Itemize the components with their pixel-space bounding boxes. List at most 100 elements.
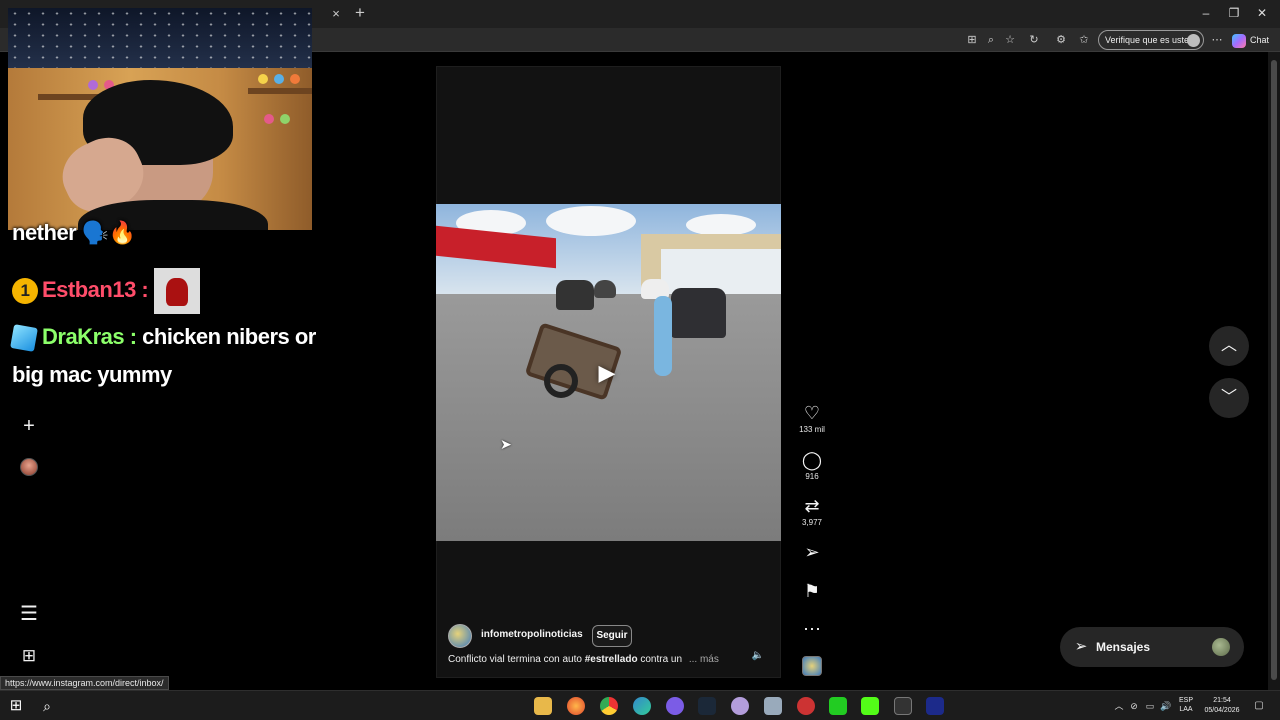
file-explorer-icon[interactable] — [534, 697, 552, 715]
video-cloud — [546, 206, 636, 236]
sound-icon[interactable]: 🔈 — [751, 650, 765, 664]
minimize-button[interactable]: – — [1196, 6, 1216, 22]
comment-icon[interactable]: ◯ — [796, 449, 828, 471]
notion-icon[interactable] — [926, 697, 944, 715]
app-icon[interactable] — [731, 697, 749, 715]
more-action[interactable]: ⋯ — [796, 618, 828, 640]
volume-icon[interactable]: 🔊 — [1159, 699, 1173, 713]
tray-app-icon[interactable]: ⊘ — [1127, 699, 1141, 713]
menu-hamburger-icon[interactable]: ☰ — [17, 602, 41, 626]
chat-label: Chat — [1250, 35, 1270, 45]
notification-icon[interactable]: ▢ — [1252, 699, 1266, 713]
windows-taskbar: ⊞ ⌕ ︿ ⊘ ▭ 🔊 ESP LAA 21:54 05/04/2026 ▢ — [0, 690, 1280, 720]
copilot-chat-button[interactable]: Chat — [1232, 32, 1269, 48]
calculator-icon[interactable] — [764, 697, 782, 715]
verify-label: Verifique que es usted — [1105, 35, 1195, 45]
repost-action[interactable]: ⇄ 3,977 — [796, 495, 828, 527]
player-icon[interactable] — [829, 697, 847, 715]
terminal-icon[interactable] — [894, 697, 912, 715]
firefox-icon[interactable] — [567, 697, 585, 715]
create-plus-icon[interactable]: + — [17, 414, 41, 438]
author-avatar[interactable] — [448, 624, 472, 648]
save-action[interactable]: ⚑ — [796, 580, 828, 602]
favorite-star-icon[interactable]: ☆ — [1002, 32, 1018, 48]
app-available-icon[interactable]: ⊞ — [964, 32, 980, 48]
chat-line: 1 Estban13 : — [12, 268, 200, 314]
steam-icon[interactable] — [698, 697, 716, 715]
video-car — [594, 280, 616, 298]
also-from-meta-icon[interactable]: ⊞ — [17, 644, 41, 668]
kick-icon[interactable] — [861, 697, 879, 715]
previous-reel-button[interactable]: ︿ — [1209, 326, 1249, 366]
network-icon[interactable]: ▭ — [1143, 699, 1157, 713]
video-cart-wheel — [544, 364, 578, 398]
caption-more-link[interactable]: ... más — [689, 654, 719, 665]
cam-plush — [264, 114, 274, 124]
message-contact-avatar — [1212, 638, 1230, 656]
follow-button[interactable]: Seguir — [592, 625, 632, 647]
like-count: 133 mil — [799, 425, 825, 434]
original-audio-thumbnail[interactable] — [802, 656, 822, 676]
cube-badge-icon — [10, 324, 38, 353]
reel-caption: Conflicto vial termina con auto #estrell… — [448, 654, 719, 665]
chrome-icon[interactable] — [600, 697, 618, 715]
profile-avatar — [1187, 34, 1200, 47]
discord-icon[interactable] — [666, 697, 684, 715]
chat-line: nether 🗣️🔥 — [12, 220, 136, 246]
chat-username: DraKras : — [42, 324, 137, 349]
video-person — [654, 296, 672, 376]
comment-count: 916 — [805, 472, 819, 481]
close-window-button[interactable]: ✕ — [1252, 6, 1272, 22]
search-icon[interactable]: ⌕ — [38, 697, 56, 715]
status-bar-url: https://www.instagram.com/direct/inbox/ — [0, 676, 169, 690]
zoom-icon[interactable]: ⌕ — [983, 32, 999, 48]
video-dark-car — [671, 288, 726, 338]
chat-line: big mac yummy — [12, 362, 172, 388]
obs-icon[interactable] — [797, 697, 815, 715]
author-username[interactable]: infometropolinoticias — [481, 629, 583, 640]
caption-text: Conflicto vial termina con auto — [448, 654, 582, 665]
cam-plush — [274, 74, 284, 84]
refresh-icon[interactable]: ↻ — [1026, 32, 1042, 48]
profile-avatar-sidebar[interactable] — [20, 458, 38, 476]
play-icon[interactable]: ▶ — [590, 358, 624, 388]
repost-icon[interactable]: ⇄ — [796, 495, 828, 517]
clock-date: 05/04/2026 — [1204, 707, 1240, 714]
clock-time: 21:54 — [1213, 697, 1231, 704]
edge-icon[interactable] — [633, 697, 651, 715]
direct-send-icon: ➢ — [1074, 638, 1088, 655]
like-action[interactable]: ♡ 133 mil — [796, 402, 828, 434]
next-reel-button[interactable]: ﹀ — [1209, 378, 1249, 418]
comment-action[interactable]: ◯ 916 — [796, 449, 828, 481]
more-menu-icon[interactable]: ⋯ — [1209, 32, 1225, 48]
cam-plush — [280, 114, 290, 124]
taskbar-clock[interactable]: 21:54 05/04/2026 — [1200, 696, 1244, 716]
favorites-icon[interactable]: ✩ — [1076, 32, 1092, 48]
share-action[interactable]: ➢ — [796, 541, 828, 563]
heart-icon[interactable]: ♡ — [796, 402, 828, 424]
tray-overflow-icon[interactable]: ︿ — [1112, 699, 1126, 713]
windows-start-icon[interactable]: ⊞ — [8, 698, 24, 714]
chat-username: Estban13 : — [42, 276, 149, 302]
repost-count: 3,977 — [801, 518, 823, 527]
scrollbar-thumb[interactable] — [1271, 60, 1277, 680]
chat-emote-icon — [153, 268, 200, 314]
messages-button[interactable]: ➢ Mensajes — [1060, 627, 1244, 667]
more-dots-icon[interactable]: ⋯ — [796, 618, 828, 640]
extensions-icon[interactable]: ⚙ — [1053, 32, 1069, 48]
caption-hashtag[interactable]: #estrellado — [585, 654, 638, 665]
copilot-icon — [1232, 33, 1246, 48]
tab-close-icon[interactable]: × — [328, 6, 344, 22]
chat-message: chicken nibers or — [142, 324, 316, 349]
profile-verify-button[interactable]: Verifique que es usted — [1098, 30, 1204, 50]
streamer-webcam — [8, 8, 312, 230]
subscriber-badge-icon: 1 — [12, 278, 38, 304]
bookmark-icon[interactable]: ⚑ — [796, 580, 828, 602]
restore-button[interactable]: ❐ — [1224, 6, 1244, 22]
cam-stars — [8, 8, 312, 68]
language-indicator[interactable]: ESP LAA — [1176, 696, 1196, 714]
new-tab-button[interactable]: + — [352, 4, 368, 22]
page-scrollbar[interactable] — [1268, 52, 1280, 690]
send-icon[interactable]: ➢ — [796, 541, 828, 563]
mouse-cursor-icon: ➤ — [500, 436, 512, 452]
